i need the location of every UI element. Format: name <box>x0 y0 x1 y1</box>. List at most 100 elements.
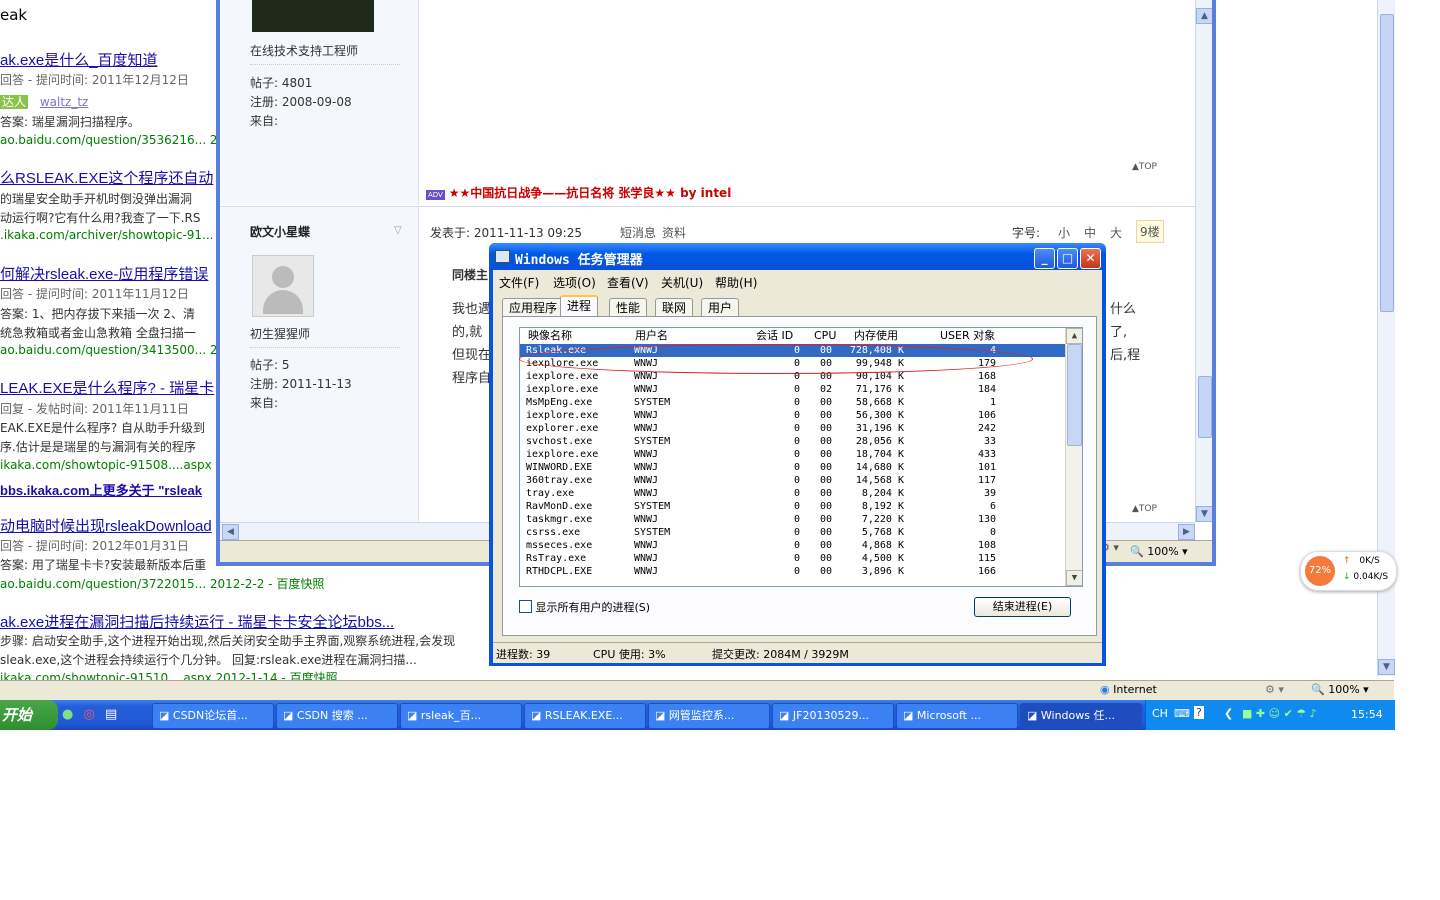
chevron-down-icon[interactable]: ▽ <box>394 225 402 236</box>
process-list-scrollbar[interactable]: ▲ ▼ <box>1065 328 1082 586</box>
process-mem: 8,192 K <box>861 501 904 512</box>
window-title: Windows 任务管理器 <box>515 253 643 268</box>
process-row[interactable]: iexplore.exe WNWJ 0 00 18,704 K 433 <box>520 448 1066 461</box>
process-row[interactable]: 360tray.exe WNWJ 0 00 14,568 K 117 <box>520 474 1066 487</box>
tab-applications[interactable]: 应用程序 <box>502 298 565 317</box>
body-line-2: 的,就 <box>452 325 483 340</box>
process-row[interactable]: iexplore.exe WNWJ 0 02 71,176 K 184 <box>520 383 1066 396</box>
scroll-left-icon[interactable]: ◀ <box>222 524 239 540</box>
result-title-4[interactable]: LEAK.EXE是什么程序? - 瑞星卡 <box>0 377 214 398</box>
result-title-6[interactable]: 动电脑时候出现rsleakDownload <box>0 515 212 536</box>
result-title-7[interactable]: ak.exe进程在漏洞扫描后持续运行 - 瑞星卡卡安全论坛bbs... <box>0 611 394 632</box>
font-medium-link[interactable]: 中 <box>1084 224 1096 241</box>
process-row[interactable]: RavMonD.exe SYSTEM 0 00 8,192 K6 <box>520 500 1066 513</box>
taskbar-button[interactable]: ◪ CSDN论坛首... <box>152 703 274 729</box>
menu-shutdown[interactable]: 关机(U) <box>661 274 703 291</box>
notepad-icon[interactable]: ▤ <box>105 707 117 722</box>
close-button[interactable]: ✕ <box>1080 248 1101 269</box>
tab-networking[interactable]: 联网 <box>655 298 694 317</box>
process-cpu: 00 <box>819 527 832 538</box>
scroll-down-icon[interactable]: ▼ <box>1196 506 1212 522</box>
tray-arrow-icon[interactable]: ❮ <box>1224 707 1233 720</box>
keyboard-icon[interactable]: ⌨ <box>1174 707 1190 720</box>
col-user-name[interactable]: 用户名 <box>635 328 668 344</box>
process-row[interactable]: taskmgr.exe WNWJ 0 00 7,220 K 130 <box>520 513 1066 526</box>
menu-options[interactable]: 选项(O) <box>553 274 596 291</box>
show-desktop-icon[interactable]: ● <box>62 707 73 722</box>
tab-users[interactable]: 用户 <box>701 298 740 317</box>
scroll-up-icon[interactable]: ▲ <box>1066 328 1082 344</box>
process-cpu: 00 <box>819 514 832 525</box>
show-all-users-row[interactable]: 显示所有用户的进程(S) <box>519 599 650 615</box>
scrollbar-thumb[interactable] <box>1380 14 1394 312</box>
process-row[interactable]: MsMpEng.exe SYSTEM 0 00 58,668 K1 <box>520 396 1066 409</box>
author-name[interactable]: 欧文小星蝶 <box>250 223 310 240</box>
top-link-2[interactable]: ▲TOP <box>1132 504 1157 514</box>
maximize-button[interactable]: □ <box>1057 248 1078 269</box>
result-title-3[interactable]: 何解决rsleak.exe-应用程序错误 <box>0 263 208 284</box>
zoom-control[interactable]: 🔍 100% ▾ <box>1130 545 1188 558</box>
result-user-link[interactable]: waltz_tz <box>40 95 89 109</box>
tray-app-icon[interactable]: ■ ✚ ☺ ✔ ☂ ♪ <box>1242 707 1317 720</box>
system-tray: CH ⌨ ? ❮ ■ ✚ ☺ ✔ ☂ ♪ 15:54 <box>1145 700 1395 730</box>
language-indicator[interactable]: CH <box>1152 707 1168 720</box>
forum-vertical-scrollbar[interactable]: ▲ ▼ <box>1195 0 1212 522</box>
scroll-up-icon[interactable]: ▲ <box>1196 8 1212 24</box>
taskbar-button[interactable]: ◪ CSDN 搜索 ... <box>276 703 398 729</box>
process-row[interactable]: RTHDCPL.EXE WNWJ 0 00 3,896 K 166 <box>520 565 1066 578</box>
menu-view[interactable]: 查看(V) <box>607 274 649 291</box>
ad-link[interactable]: ★★中国抗日战争——抗日名将 张学良★★ by intel <box>449 186 732 200</box>
process-user: WNWJ <box>634 449 659 460</box>
col-cpu[interactable]: CPU <box>814 328 836 344</box>
scrollbar-thumb[interactable] <box>1067 344 1082 446</box>
process-user: SYSTEM <box>634 397 671 408</box>
taskbar-button[interactable]: ◪ Microsoft ... <box>896 703 1018 729</box>
scroll-right-icon[interactable]: ▶ <box>1178 524 1195 540</box>
profile-link[interactable]: 资料 <box>662 224 686 241</box>
col-image-name[interactable]: 映像名称 <box>528 328 572 344</box>
process-row[interactable]: explorer.exe WNWJ 0 00 31,196 K 242 <box>520 422 1066 435</box>
pm-link[interactable]: 短消息 <box>620 224 656 241</box>
tab-performance[interactable]: 性能 <box>609 298 648 317</box>
col-user-objects[interactable]: USER 对象 <box>940 328 995 344</box>
menu-help[interactable]: 帮助(H) <box>715 274 757 291</box>
result-title-2[interactable]: 么RSLEAK.EXE这个程序还自动 <box>0 167 213 188</box>
font-large-link[interactable]: 大 <box>1110 224 1122 241</box>
process-row[interactable]: iexplore.exe WNWJ 0 00 56,300 K 106 <box>520 409 1066 422</box>
clock[interactable]: 15:54 <box>1351 708 1383 721</box>
taskbar-button[interactable]: ◪ Windows 任... <box>1020 703 1142 729</box>
process-row[interactable]: RsTray.exe WNWJ 0 00 4,500 K 115 <box>520 552 1066 565</box>
process-row[interactable]: csrss.exe SYSTEM 0 00 5,768 K0 <box>520 526 1066 539</box>
process-name: taskmgr.exe <box>526 514 593 525</box>
scrollbar-thumb[interactable] <box>1198 376 1212 438</box>
show-all-users-checkbox[interactable] <box>519 600 532 613</box>
end-process-button[interactable]: 结束进程(E) <box>974 597 1071 617</box>
process-row[interactable]: tray.exe WNWJ 0 00 8,204 K 39 <box>520 487 1066 500</box>
top-link[interactable]: ▲TOP <box>1132 162 1157 172</box>
process-row[interactable]: WINWORD.EXE WNWJ 0 00 14,680 K 101 <box>520 461 1066 474</box>
menu-file[interactable]: 文件(F) <box>499 274 539 291</box>
col-session-id[interactable]: 会话 ID <box>756 328 793 344</box>
col-memory[interactable]: 内存使用 <box>854 328 898 344</box>
zoom-control[interactable]: 🔍 100% ▾ <box>1311 683 1369 696</box>
process-row[interactable]: msseces.exe WNWJ 0 00 4,868 K 108 <box>520 539 1066 552</box>
opera-icon[interactable]: ◎ <box>83 707 94 722</box>
scroll-down-icon[interactable]: ▼ <box>1378 659 1395 675</box>
process-cpu: 00 <box>819 553 832 564</box>
title-bar[interactable]: Windows 任务管理器 _ □ ✕ <box>489 243 1106 270</box>
help-icon[interactable]: ? <box>1194 706 1204 719</box>
process-mem: 14,680 K <box>855 462 904 473</box>
taskbar-button[interactable]: ◪ rsleak_百... <box>400 703 522 729</box>
network-speed-widget[interactable]: 72% ↑ 0K/S ↓ 0.04K/S <box>1300 551 1397 591</box>
more-results-link[interactable]: bbs.ikaka.com上更多关于 "rsleak <box>0 480 202 499</box>
process-row[interactable]: svchost.exe SYSTEM 0 00 28,056 K 33 <box>520 435 1066 448</box>
scroll-down-icon[interactable]: ▼ <box>1066 570 1082 586</box>
minimize-button[interactable]: _ <box>1034 248 1055 269</box>
result-title-1[interactable]: ak.exe是什么_百度知道 <box>0 49 158 70</box>
taskbar-button[interactable]: ◪ RSLEAK.EXE... <box>524 703 646 729</box>
security-icon[interactable]: ⚙ ▾ <box>1265 683 1284 696</box>
taskbar-button[interactable]: ◪ 网管监控系... <box>648 703 770 729</box>
taskbar-button[interactable]: ◪ JF20130529... <box>772 703 894 729</box>
font-small-link[interactable]: 小 <box>1058 224 1070 241</box>
start-button[interactable]: 开始 <box>0 700 58 730</box>
